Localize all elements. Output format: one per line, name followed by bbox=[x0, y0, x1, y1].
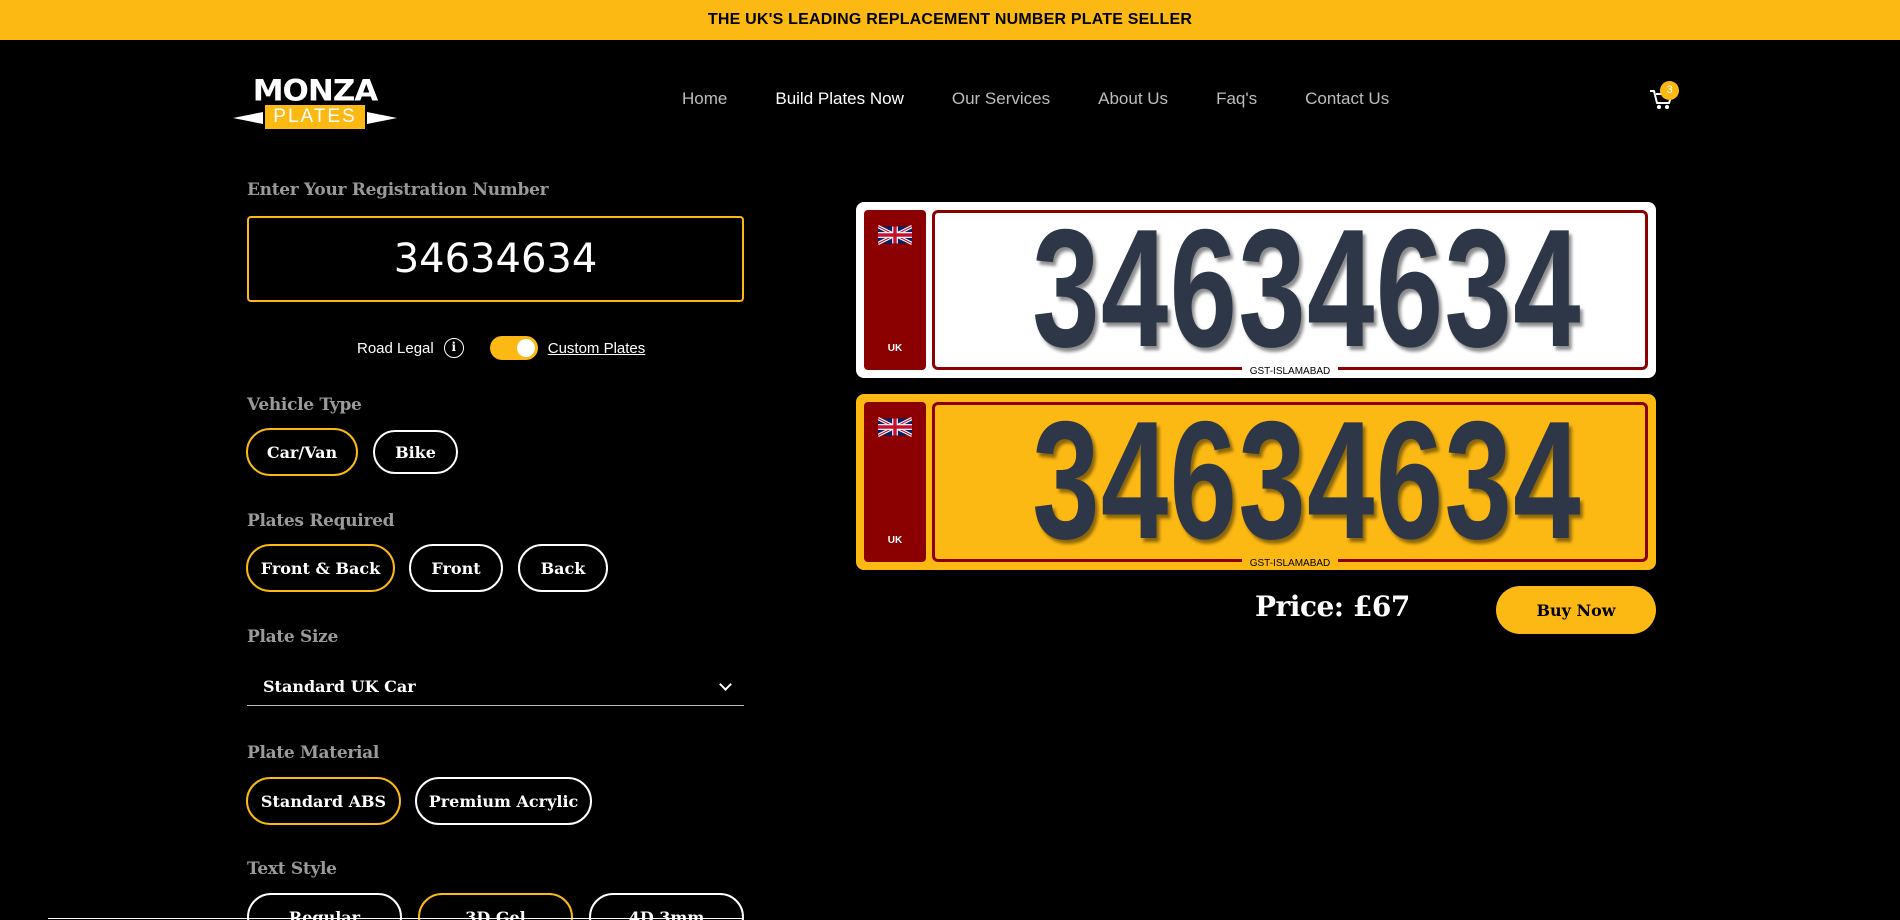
announcement-bar: THE UK'S LEADING REPLACEMENT NUMBER PLAT… bbox=[0, 0, 1900, 40]
plate-options-row: Road Legal i Custom Plates bbox=[357, 336, 645, 360]
plate-size-label: Plate Size bbox=[247, 627, 339, 647]
custom-plates-toggle[interactable] bbox=[489, 336, 538, 360]
text-style-label: Text Style bbox=[247, 859, 337, 879]
main-nav: Home Build Plates Now Our Services About… bbox=[682, 89, 1437, 109]
registration-label: Enter Your Registration Number bbox=[247, 180, 549, 200]
cart-count-badge: 3 bbox=[1660, 81, 1679, 100]
rear-plate-preview: UK 34634634 GST-ISLAMABAD bbox=[856, 394, 1656, 570]
nav-build-plates[interactable]: Build Plates Now bbox=[775, 89, 904, 109]
vehicle-type-label: Vehicle Type bbox=[247, 395, 362, 415]
logo-wing-left bbox=[233, 112, 263, 124]
road-legal-label: Road Legal bbox=[357, 339, 434, 357]
logo-sub: PLATES bbox=[265, 105, 365, 129]
uk-flag-icon bbox=[878, 224, 912, 246]
country-band: UK bbox=[864, 210, 926, 370]
text-style-regular-button[interactable]: Regular bbox=[247, 893, 402, 920]
nav-our-services[interactable]: Our Services bbox=[952, 89, 1050, 109]
text-style-3d-gel-button[interactable]: 3D Gel bbox=[418, 893, 573, 920]
plate-material-label: Plate Material bbox=[247, 743, 380, 763]
text-style-4d-3mm-button[interactable]: 4D 3mm bbox=[589, 893, 744, 920]
vehicle-bike-button[interactable]: Bike bbox=[373, 430, 458, 474]
country-code: UK bbox=[887, 343, 903, 354]
country-code: UK bbox=[887, 535, 903, 546]
plates-required-label: Plates Required bbox=[247, 511, 395, 531]
plates-front-back-button[interactable]: Front & Back bbox=[246, 544, 395, 592]
country-band: UK bbox=[864, 402, 926, 562]
toggle-knob bbox=[516, 339, 535, 357]
info-icon[interactable]: i bbox=[443, 338, 464, 358]
plate-size-select[interactable]: Standard UK Car bbox=[247, 668, 744, 706]
plates-back-button[interactable]: Back bbox=[518, 544, 608, 592]
nav-about-us[interactable]: About Us bbox=[1098, 89, 1168, 109]
bottom-divider bbox=[48, 918, 744, 919]
vehicle-car-van-button[interactable]: Car/Van bbox=[246, 428, 358, 476]
rear-plate-registration: 34634634 bbox=[1032, 386, 1582, 574]
nav-home[interactable]: Home bbox=[682, 89, 727, 109]
front-plate-registration: 34634634 bbox=[1032, 194, 1582, 382]
logo-word: MONZA bbox=[252, 73, 379, 109]
front-plate-preview: UK 34634634 GST-ISLAMABAD bbox=[856, 202, 1656, 378]
nav-faqs[interactable]: Faq's bbox=[1216, 89, 1257, 109]
material-premium-acrylic-button[interactable]: Premium Acrylic bbox=[415, 777, 592, 825]
buy-now-button[interactable]: Buy Now bbox=[1496, 586, 1656, 634]
price-label: Price: £67 bbox=[1255, 590, 1410, 623]
custom-plates-label[interactable]: Custom Plates bbox=[548, 340, 646, 357]
logo[interactable]: MONZA PLATES bbox=[233, 76, 397, 130]
chevron-down-icon bbox=[719, 678, 732, 691]
nav-contact-us[interactable]: Contact Us bbox=[1305, 89, 1389, 109]
registration-input[interactable]: 34634634 bbox=[247, 216, 744, 302]
dealer-label: GST-ISLAMABAD bbox=[1242, 558, 1338, 569]
logo-wing-right bbox=[367, 112, 397, 124]
material-standard-abs-button[interactable]: Standard ABS bbox=[246, 777, 401, 825]
plate-size-value: Standard UK Car bbox=[263, 677, 416, 696]
uk-flag-icon bbox=[878, 416, 912, 438]
plates-front-button[interactable]: Front bbox=[409, 544, 503, 592]
announcement-text: THE UK'S LEADING REPLACEMENT NUMBER PLAT… bbox=[707, 11, 1193, 28]
dealer-label: GST-ISLAMABAD bbox=[1242, 366, 1338, 377]
